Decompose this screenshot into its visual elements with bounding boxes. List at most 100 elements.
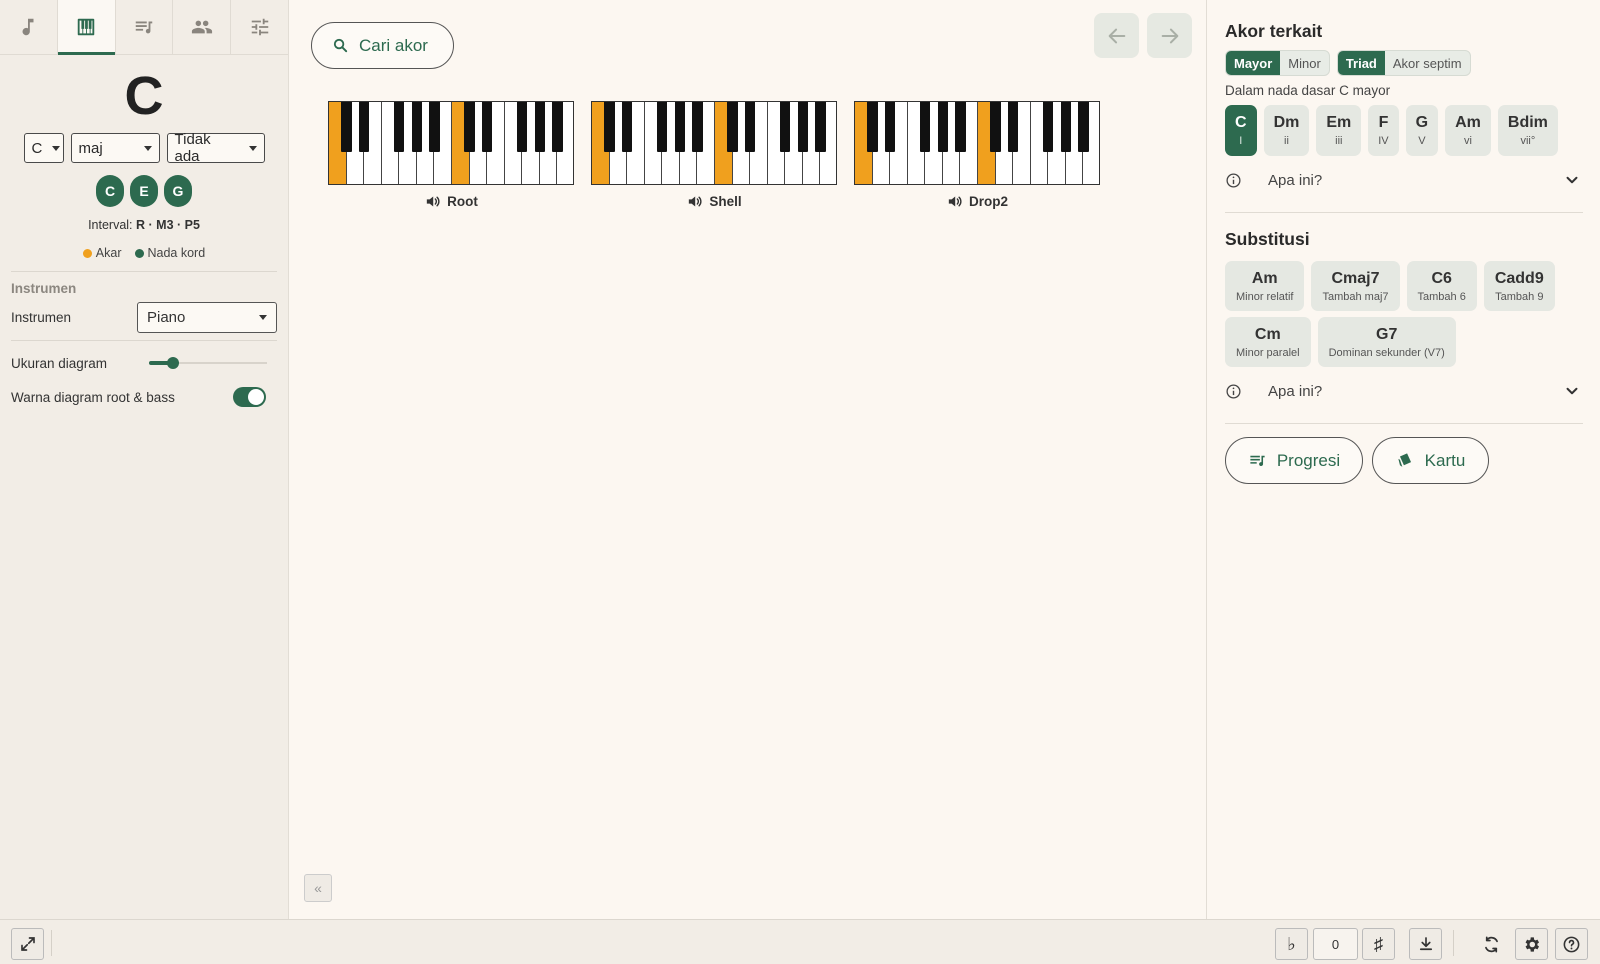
black-key[interactable]	[394, 102, 405, 152]
next-chord-button[interactable]	[1147, 13, 1192, 58]
black-key[interactable]	[1078, 102, 1089, 152]
collapse-panel-button[interactable]: «	[304, 874, 332, 902]
black-key[interactable]	[534, 102, 545, 152]
diagram-size-slider[interactable]	[149, 356, 267, 370]
substitution-chip[interactable]: Am Minor relatif	[1225, 261, 1305, 311]
divider	[51, 930, 52, 956]
substitution-chip[interactable]: Cadd9 Tambah 9	[1483, 261, 1555, 311]
black-key[interactable]	[815, 102, 826, 152]
black-key[interactable]	[867, 102, 878, 152]
substitution-chip[interactable]: Cm Minor paralel	[1225, 317, 1311, 367]
diatonic-chord-chip[interactable]: Am vi	[1445, 105, 1491, 156]
segment-major[interactable]: Mayor	[1226, 51, 1281, 75]
whatis-accordion-substitutions[interactable]: Apa ini?	[1225, 379, 1581, 403]
black-key[interactable]	[692, 102, 703, 152]
search-chord-label: Cari akor	[359, 35, 428, 55]
voicing-play-button[interactable]: Root	[328, 193, 574, 210]
black-key[interactable]	[674, 102, 685, 152]
black-key[interactable]	[937, 102, 948, 152]
black-key[interactable]	[1060, 102, 1071, 152]
tab-people[interactable]	[173, 0, 232, 54]
extension-select[interactable]: Tidak ada	[166, 131, 265, 165]
diatonic-chord-chip[interactable]: GV	[1405, 105, 1439, 156]
arrow-right-icon	[1161, 28, 1178, 43]
black-key[interactable]	[745, 102, 756, 152]
transpose-sharp-button[interactable]: ♯	[1362, 928, 1395, 960]
black-key[interactable]	[797, 102, 808, 152]
chord-chip-degree: V	[1418, 135, 1426, 147]
diatonic-chord-chip[interactable]: Em iii	[1316, 105, 1362, 156]
voicing-play-button[interactable]: Drop2	[854, 193, 1100, 210]
segment-triad[interactable]: Triad	[1337, 51, 1385, 75]
voicing-label: Drop2	[968, 194, 1008, 209]
progression-button[interactable]: Progresi	[1225, 437, 1363, 484]
search-chord-button[interactable]: Cari akor	[311, 22, 454, 69]
black-key[interactable]	[657, 102, 668, 152]
tab-settings[interactable]	[231, 0, 288, 54]
black-key[interactable]	[1043, 102, 1054, 152]
expand-icon	[20, 937, 35, 951]
diatonic-chord-chip[interactable]: CI	[1225, 105, 1257, 156]
sub-chip-name: Cadd9	[1494, 269, 1544, 287]
black-key[interactable]	[517, 102, 528, 152]
sync-button[interactable]	[1475, 928, 1508, 960]
settings-button[interactable]	[1515, 928, 1548, 960]
black-key[interactable]	[622, 102, 633, 152]
tab-chords[interactable]	[0, 0, 58, 54]
sub-chip-name: Am	[1251, 269, 1278, 287]
tab-progressions[interactable]	[116, 0, 174, 54]
tune-icon	[251, 18, 268, 36]
black-key[interactable]	[429, 102, 440, 152]
black-key[interactable]	[727, 102, 738, 152]
download-button[interactable]	[1409, 928, 1442, 960]
diatonic-chord-chip[interactable]: Dm ii	[1263, 105, 1310, 156]
substitution-chip[interactable]: C6 Tambah 6	[1406, 261, 1477, 311]
instrument-select[interactable]: Piano	[137, 302, 277, 333]
diatonic-chord-chip[interactable]: Bdim vii°	[1497, 105, 1558, 156]
root-bass-color-toggle[interactable]	[233, 387, 266, 407]
piano-icon	[77, 18, 95, 36]
previous-chord-button[interactable]	[1094, 13, 1139, 58]
playlist-icon	[1250, 455, 1265, 467]
piano-diagram[interactable]	[591, 101, 837, 185]
piano-diagram[interactable]	[854, 101, 1100, 185]
black-key[interactable]	[1008, 102, 1019, 152]
help-button[interactable]	[1555, 928, 1588, 960]
black-key[interactable]	[464, 102, 475, 152]
sub-chip-desc: Tambah maj7	[1322, 290, 1389, 303]
black-key[interactable]	[411, 102, 422, 152]
legend: Akar Nada kord	[0, 246, 288, 260]
quality-select[interactable]: maj	[70, 133, 160, 163]
black-key[interactable]	[552, 102, 563, 152]
voicing-label: Shell	[709, 194, 742, 209]
black-key[interactable]	[359, 102, 370, 152]
black-key[interactable]	[955, 102, 966, 152]
tab-piano[interactable]	[57, 0, 116, 55]
black-key[interactable]	[341, 102, 352, 152]
transpose-flat-button[interactable]: ♭	[1275, 928, 1308, 960]
diatonic-chord-chip[interactable]: F IV	[1368, 105, 1399, 156]
chevron-down-icon	[259, 315, 267, 320]
substitution-chip[interactable]: Cmaj7 Tambah maj7	[1311, 261, 1400, 311]
related-filters: Mayor Minor Triad Akor septim	[1225, 50, 1600, 76]
root-select[interactable]: C	[23, 133, 64, 163]
segment-minor[interactable]: Minor	[1280, 51, 1329, 75]
black-key[interactable]	[885, 102, 896, 152]
flashcard-button[interactable]: Kartu	[1372, 437, 1489, 484]
black-key[interactable]	[780, 102, 791, 152]
black-key[interactable]	[604, 102, 615, 152]
segment-seventh[interactable]: Akor septim	[1385, 51, 1470, 75]
black-key[interactable]	[482, 102, 493, 152]
diagram-size-label: Ukuran diagram	[11, 355, 108, 371]
slider-thumb[interactable]	[166, 357, 179, 369]
sub-chip-desc: Dominan sekunder (V7)	[1328, 346, 1445, 359]
fullscreen-button[interactable]	[11, 928, 44, 960]
black-key[interactable]	[920, 102, 931, 152]
piano-diagram[interactable]	[328, 101, 574, 185]
sidebar-tabs	[0, 0, 288, 55]
whatis-accordion-related[interactable]: Apa ini?	[1225, 168, 1581, 192]
black-key[interactable]	[990, 102, 1001, 152]
voicing-play-button[interactable]: Shell	[591, 193, 837, 210]
chord-selectors: C maj Tidak ada	[0, 131, 288, 165]
substitution-chip[interactable]: G7 Dominan sekunder (V7)	[1317, 317, 1456, 367]
